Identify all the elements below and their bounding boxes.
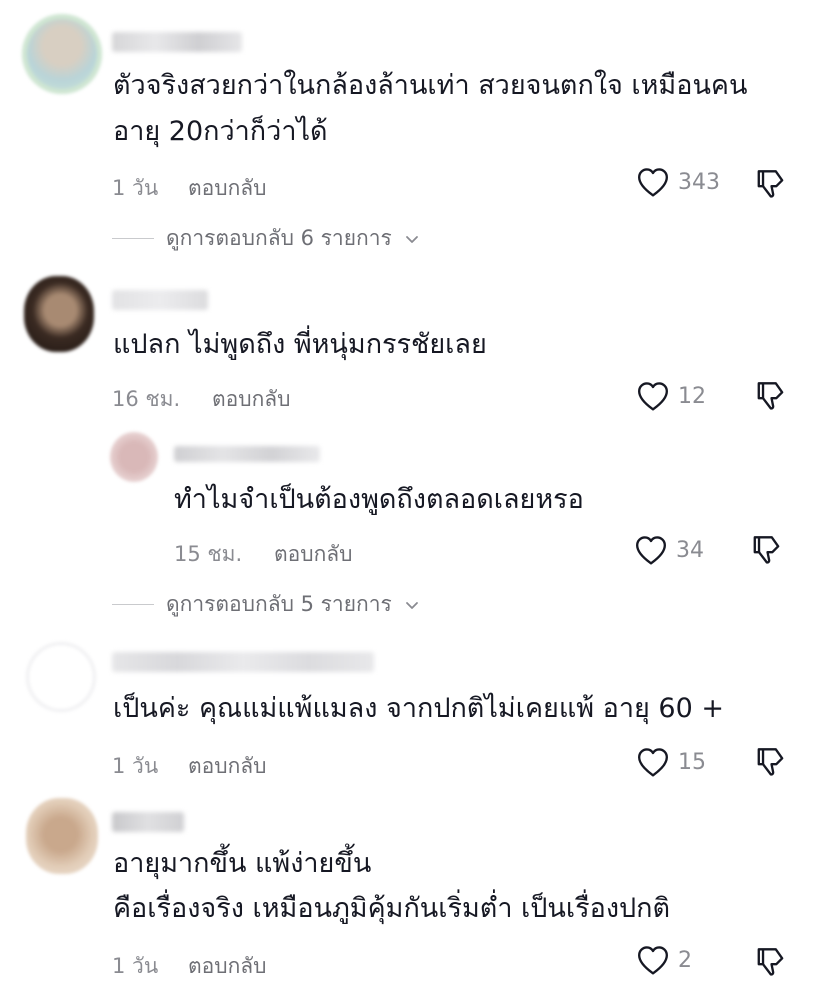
avatar[interactable] <box>26 642 96 712</box>
reply-button[interactable]: ตอบกลับ <box>188 950 267 983</box>
like-button[interactable]: 34 <box>634 534 704 566</box>
reply-button[interactable]: ตอบกลับ <box>212 383 291 416</box>
heart-icon <box>636 746 670 778</box>
comment-timestamp: 1 วัน <box>112 954 159 978</box>
comment-text: เป็นค่ะ คุณแม่แพ้แมลง จากปกติไม่เคยแพ้ อ… <box>113 693 724 724</box>
comment-text: คือเรื่องจริง เหมือนภูมิคุ้มกันเริ่มต่ำ … <box>113 893 671 924</box>
heart-icon <box>634 534 668 566</box>
comment-text: อายุมากขึ้น แพ้ง่ายขึ้น <box>113 848 372 879</box>
reply-button[interactable]: ตอบกลับ <box>274 538 353 571</box>
username[interactable] <box>112 652 374 672</box>
heart-icon <box>636 944 670 976</box>
divider-line <box>112 238 154 239</box>
comment-timestamp: 1 วัน <box>112 754 159 778</box>
thumbs-down-icon[interactable] <box>754 944 788 978</box>
username[interactable] <box>112 812 184 832</box>
heart-icon <box>636 380 670 412</box>
like-button[interactable]: 2 <box>636 944 692 976</box>
reply-text: ทำไมจำเป็นต้องพูดถึงตลอดเลยหรอ <box>174 484 584 515</box>
comment-timestamp: 16 ชม. <box>112 387 181 411</box>
view-replies-button[interactable]: ดูการตอบกลับ 6 รายการ <box>112 222 420 255</box>
comment-text: ตัวจริงสวยกว่าในกล้องล้านเท่า สวยจนตกใจ … <box>113 70 748 101</box>
reply-button[interactable]: ตอบกลับ <box>188 172 267 205</box>
like-count: 343 <box>678 169 720 195</box>
avatar[interactable] <box>26 798 98 874</box>
view-replies-label: ดูการตอบกลับ 6 รายการ <box>166 226 392 250</box>
comment-text: อายุ 20กว่าก็ว่าได้ <box>113 116 328 147</box>
reply-timestamp: 15 ชม. <box>174 542 243 566</box>
comment-timestamp: 1 วัน <box>112 176 159 200</box>
like-count: 34 <box>676 537 704 563</box>
chevron-down-icon <box>404 597 420 613</box>
thumbs-down-icon[interactable] <box>754 166 788 200</box>
like-count: 15 <box>678 749 706 775</box>
like-count: 2 <box>678 947 692 973</box>
divider-line <box>112 604 154 605</box>
heart-icon <box>636 166 670 198</box>
thumbs-down-icon[interactable] <box>754 378 788 412</box>
username[interactable] <box>174 446 320 462</box>
reply-button[interactable]: ตอบกลับ <box>188 750 267 783</box>
thumbs-down-icon[interactable] <box>750 532 784 566</box>
chevron-down-icon <box>404 231 420 247</box>
avatar[interactable] <box>22 14 102 94</box>
username[interactable] <box>112 32 242 52</box>
like-button[interactable]: 343 <box>636 166 720 198</box>
like-button[interactable]: 12 <box>636 380 706 412</box>
comment-text: แปลก ไม่พูดถึง พี่หนุ่มกรรชัยเลย <box>113 329 487 360</box>
username[interactable] <box>112 290 208 310</box>
like-count: 12 <box>678 383 706 409</box>
view-replies-label: ดูการตอบกลับ 5 รายการ <box>166 592 392 616</box>
avatar[interactable] <box>110 432 158 482</box>
like-button[interactable]: 15 <box>636 746 706 778</box>
avatar[interactable] <box>24 276 94 352</box>
thumbs-down-icon[interactable] <box>754 744 788 778</box>
view-replies-button[interactable]: ดูการตอบกลับ 5 รายการ <box>112 588 420 621</box>
